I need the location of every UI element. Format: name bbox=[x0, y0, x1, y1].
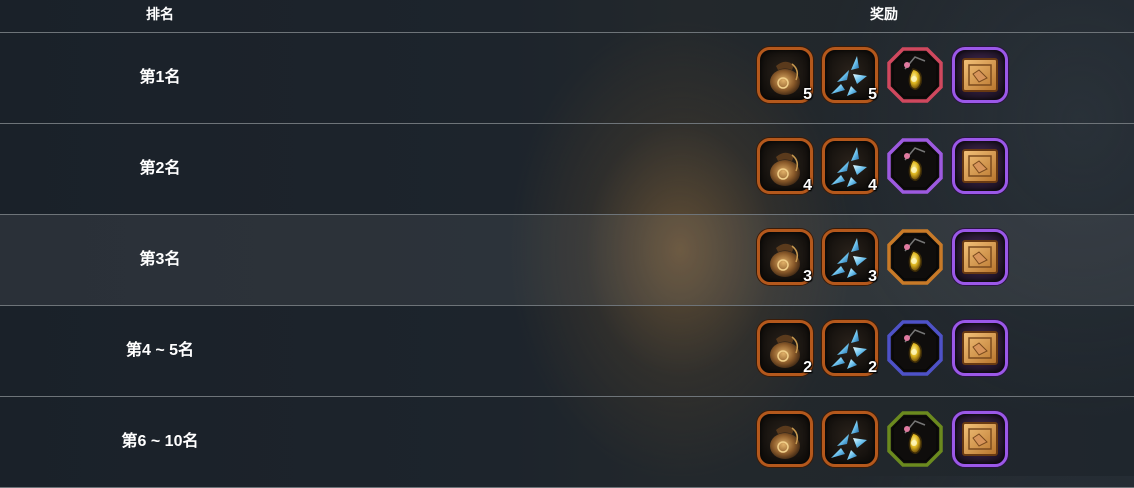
gold-bag-icon[interactable]: 3 bbox=[757, 229, 813, 285]
table-header: 排名 奖励 bbox=[0, 0, 1134, 33]
item-count: 3 bbox=[868, 268, 877, 285]
table-row: 第2名 4 4 bbox=[0, 124, 1134, 215]
gold-bag-icon[interactable]: 4 bbox=[757, 138, 813, 194]
rank-label: 第2名 bbox=[139, 160, 181, 177]
scroll-icon[interactable] bbox=[952, 320, 1008, 376]
item-count: 4 bbox=[868, 177, 877, 194]
crystal-shard-icon[interactable]: 4 bbox=[822, 138, 878, 194]
amulet-icon[interactable] bbox=[887, 138, 943, 194]
crystal-shard-icon[interactable]: 3 bbox=[822, 229, 878, 285]
scroll-icon[interactable] bbox=[952, 47, 1008, 103]
amulet-icon[interactable] bbox=[887, 47, 943, 103]
amulet-icon[interactable] bbox=[887, 411, 943, 467]
crystal-shard-icon[interactable]: 2 bbox=[822, 320, 878, 376]
rank-label: 第6 ~ 10名 bbox=[121, 433, 199, 450]
scroll-icon[interactable] bbox=[952, 138, 1008, 194]
amulet-icon[interactable] bbox=[887, 229, 943, 285]
scroll-icon[interactable] bbox=[952, 411, 1008, 467]
rank-label: 第3名 bbox=[139, 251, 181, 268]
crystal-shard-icon[interactable] bbox=[822, 411, 878, 467]
item-count: 2 bbox=[803, 359, 812, 376]
gold-bag-icon[interactable]: 5 bbox=[757, 47, 813, 103]
table-row: 第4 ~ 5名 2 2 bbox=[0, 306, 1134, 397]
item-count: 3 bbox=[803, 268, 812, 285]
item-count: 5 bbox=[803, 86, 812, 103]
item-count: 4 bbox=[803, 177, 812, 194]
table-row: 第6 ~ 10名 bbox=[0, 397, 1134, 488]
rank-label: 第4 ~ 5名 bbox=[125, 342, 195, 359]
table-row: 第3名 3 3 bbox=[0, 215, 1134, 306]
gold-bag-icon[interactable] bbox=[757, 411, 813, 467]
scroll-icon[interactable] bbox=[952, 229, 1008, 285]
item-count: 2 bbox=[868, 359, 877, 376]
gold-bag-icon[interactable]: 2 bbox=[757, 320, 813, 376]
rank-column-header: 排名 bbox=[146, 6, 174, 22]
amulet-icon[interactable] bbox=[887, 320, 943, 376]
reward-column-header: 奖励 bbox=[870, 6, 898, 22]
crystal-shard-icon[interactable]: 5 bbox=[822, 47, 878, 103]
item-count: 5 bbox=[868, 86, 877, 103]
table-row: 第1名 5 5 bbox=[0, 33, 1134, 124]
rank-label: 第1名 bbox=[139, 69, 181, 86]
